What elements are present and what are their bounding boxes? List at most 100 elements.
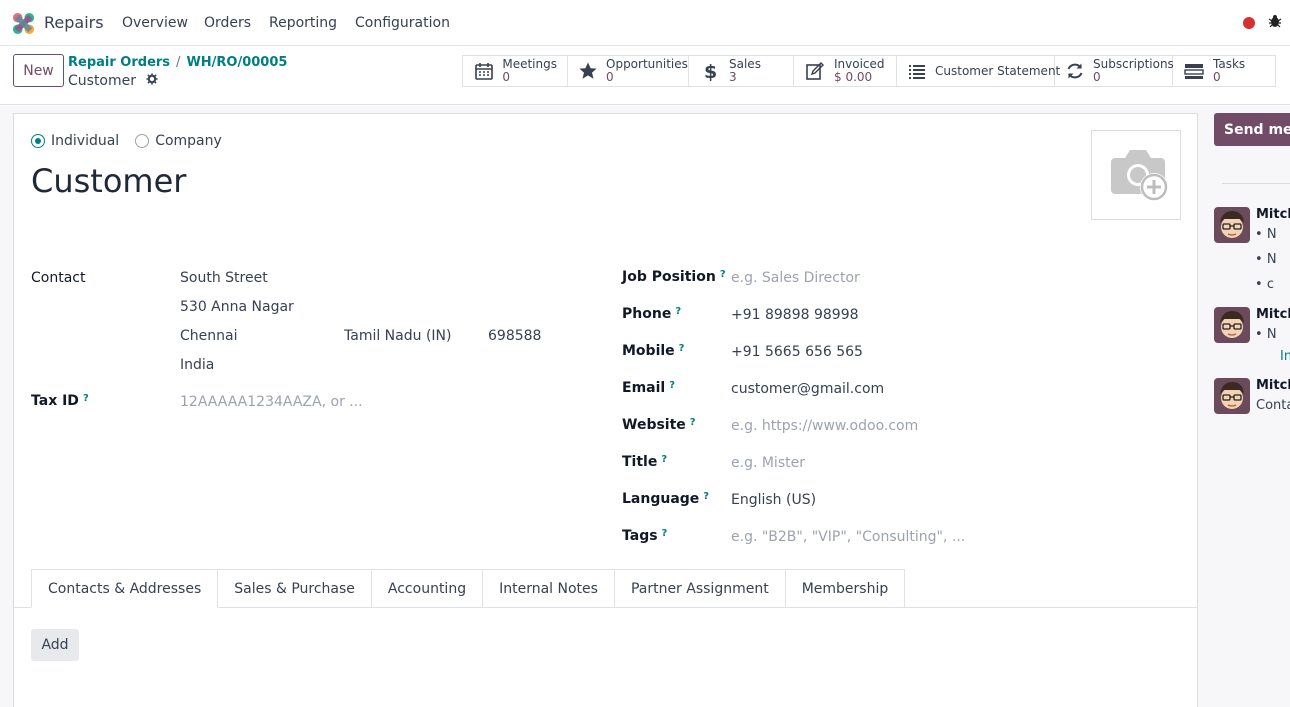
language-field[interactable]: English (US) xyxy=(731,492,816,508)
help-tooltip-icon[interactable]: ? xyxy=(661,454,667,465)
message-author[interactable]: Mitch xyxy=(1256,378,1290,393)
breadcrumb: Repair Orders / WH/RO/00005 xyxy=(68,55,287,70)
mobile-label: Mobile? xyxy=(622,343,685,359)
title-label: Title? xyxy=(622,454,668,470)
email-label: Email? xyxy=(622,380,676,396)
message-link[interactable]: In xyxy=(1280,349,1290,364)
tags-field[interactable]: e.g. "B2B", "VIP", "Consulting", ... xyxy=(731,529,965,545)
calendar-icon xyxy=(473,60,494,82)
stat-sales[interactable]: $ Sales 3 xyxy=(689,56,794,86)
job-position-field[interactable]: e.g. Sales Director xyxy=(731,270,860,286)
message-author[interactable]: Mitch xyxy=(1256,307,1290,322)
chatter-divider xyxy=(1222,183,1290,184)
tab-accounting[interactable]: Accounting xyxy=(371,569,484,608)
help-tooltip-icon[interactable]: ? xyxy=(83,393,89,404)
stat-subscriptions[interactable]: Subscriptions 0 xyxy=(1055,56,1174,86)
notebook-tabs: Contacts & Addresses Sales & Purchase Ac… xyxy=(31,569,906,608)
radio-company-label[interactable]: Company xyxy=(155,133,222,149)
tab-membership[interactable]: Membership xyxy=(785,569,906,608)
stat-customer-statement[interactable]: Customer Statement xyxy=(897,56,1060,86)
message-line: • N xyxy=(1255,227,1277,242)
help-tooltip-icon[interactable]: ? xyxy=(679,343,685,354)
add-contact-button[interactable]: Add xyxy=(31,629,79,661)
list-icon xyxy=(907,60,927,82)
refresh-icon xyxy=(1065,60,1085,82)
camera-add-icon xyxy=(1111,150,1168,201)
city-field[interactable]: Chennai xyxy=(180,328,237,344)
state-field[interactable]: Tamil Nadu (IN) xyxy=(344,328,451,344)
app-name[interactable]: Repairs xyxy=(44,13,104,32)
form-sheet: Individual Company Customer Contact Sout… xyxy=(13,113,1199,707)
smart-buttons: Meetings 0 Opportunities 0 $ Sales 3 Invoic… xyxy=(462,55,1276,87)
radio-individual-label[interactable]: Individual xyxy=(51,133,119,149)
help-tooltip-icon[interactable]: ? xyxy=(703,491,709,502)
website-field[interactable]: e.g. https://www.odoo.com xyxy=(731,418,918,434)
stat-label: Opportunities xyxy=(606,57,688,71)
record-title: Customer xyxy=(68,73,158,89)
help-tooltip-icon[interactable]: ? xyxy=(669,380,675,391)
gear-icon[interactable] xyxy=(146,73,158,89)
street2-field[interactable]: 530 Anna Nagar xyxy=(180,299,294,315)
phone-label: Phone? xyxy=(622,306,682,322)
street-field[interactable]: South Street xyxy=(180,270,268,286)
invoice-icon xyxy=(804,60,826,82)
recording-dot-icon[interactable] xyxy=(1243,17,1255,29)
phone-field[interactable]: +91 89898 98998 xyxy=(731,307,859,323)
menu-reporting[interactable]: Reporting xyxy=(269,15,337,31)
country-field[interactable]: India xyxy=(180,357,214,373)
stat-value: $ 0.00 xyxy=(834,70,873,84)
tax-id-label: Tax ID? xyxy=(31,393,89,409)
menu-orders[interactable]: Orders xyxy=(204,15,251,31)
help-tooltip-icon[interactable]: ? xyxy=(675,306,681,317)
image-upload[interactable] xyxy=(1091,130,1181,220)
debug-bug-icon[interactable] xyxy=(1268,14,1282,32)
stat-value: 3 xyxy=(729,70,737,84)
dollar-icon: $ xyxy=(699,60,721,82)
stat-label: Subscriptions xyxy=(1093,57,1174,71)
svg-text:$: $ xyxy=(704,61,717,81)
new-button[interactable]: New xyxy=(13,54,64,87)
tab-internal-notes[interactable]: Internal Notes xyxy=(483,569,615,608)
odoo-app-logo-icon[interactable] xyxy=(12,12,35,35)
help-tooltip-icon[interactable]: ? xyxy=(662,528,668,539)
menu-overview[interactable]: Overview xyxy=(122,15,188,31)
tax-id-field[interactable]: 12AAAAA1234AAZA, or ... xyxy=(180,394,363,410)
top-navbar: Repairs Overview Orders Reporting Config… xyxy=(0,0,1290,46)
message-line: • N xyxy=(1255,327,1277,342)
radio-individual[interactable] xyxy=(31,134,45,148)
send-message-button[interactable]: Send mess xyxy=(1214,113,1290,146)
message-line: • c xyxy=(1255,277,1274,292)
stat-value: 0 xyxy=(1093,70,1101,84)
stat-invoiced[interactable]: Invoiced $ 0.00 xyxy=(794,56,897,86)
website-label: Website? xyxy=(622,417,696,433)
tab-contacts-addresses[interactable]: Contacts & Addresses xyxy=(31,569,219,608)
avatar[interactable] xyxy=(1214,207,1250,243)
mobile-field[interactable]: +91 5665 656 565 xyxy=(731,344,863,360)
tab-sales-purchase[interactable]: Sales & Purchase xyxy=(218,569,372,608)
message-body: Conta xyxy=(1256,398,1290,413)
help-tooltip-icon[interactable]: ? xyxy=(720,269,726,280)
radio-company[interactable] xyxy=(135,134,150,148)
stat-opportunities[interactable]: Opportunities 0 xyxy=(568,56,689,86)
message-author[interactable]: Mitch xyxy=(1256,207,1290,222)
avatar[interactable] xyxy=(1214,307,1250,343)
email-field[interactable]: customer@gmail.com xyxy=(731,381,884,397)
avatar[interactable] xyxy=(1214,378,1250,414)
tab-partner-assignment[interactable]: Partner Assignment xyxy=(614,569,786,608)
help-tooltip-icon[interactable]: ? xyxy=(690,417,696,428)
menu-configuration[interactable]: Configuration xyxy=(355,15,450,31)
company-type-selector: Individual Company xyxy=(31,133,232,149)
zip-field[interactable]: 698588 xyxy=(488,328,541,344)
tags-label: Tags? xyxy=(622,528,668,544)
breadcrumb-separator: / xyxy=(176,55,181,70)
stat-value: 0 xyxy=(606,70,614,84)
title-field[interactable]: e.g. Mister xyxy=(731,455,805,471)
breadcrumb-record[interactable]: WH/RO/00005 xyxy=(186,55,287,70)
breadcrumb-repair-orders[interactable]: Repair Orders xyxy=(68,55,170,70)
control-panel: New Repair Orders / WH/RO/00005 Customer M… xyxy=(0,47,1290,105)
stat-tasks[interactable]: Tasks 0 xyxy=(1173,56,1276,86)
form-workspace: Individual Company Customer Contact Sout… xyxy=(0,106,1290,707)
star-icon xyxy=(578,60,598,82)
partner-name-field[interactable]: Customer xyxy=(31,162,186,200)
stat-meetings[interactable]: Meetings 0 xyxy=(463,56,568,86)
